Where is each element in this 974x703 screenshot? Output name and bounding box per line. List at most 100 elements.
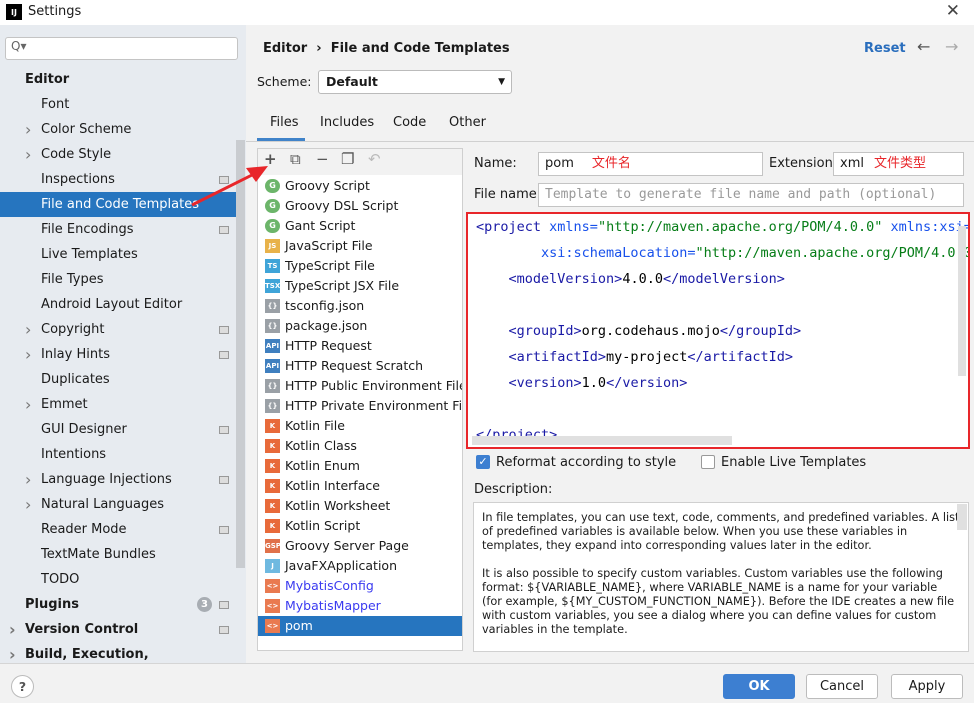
live-templates-checkbox[interactable] bbox=[701, 455, 715, 469]
help-button[interactable]: ? bbox=[11, 675, 34, 698]
chevron-right-icon[interactable]: › bbox=[25, 342, 31, 367]
template-list-item[interactable]: G Gant Script bbox=[258, 216, 462, 236]
template-list-item[interactable]: K Kotlin Worksheet bbox=[258, 496, 462, 516]
template-list-item[interactable]: K Kotlin Enum bbox=[258, 456, 462, 476]
template-list-item[interactable]: JS JavaScript File bbox=[258, 236, 462, 256]
reset-icon[interactable]: ↶ bbox=[368, 150, 381, 168]
file-type-icon: {} bbox=[265, 299, 280, 313]
tab-code[interactable]: Code bbox=[393, 115, 426, 130]
tab-other[interactable]: Other bbox=[449, 115, 486, 130]
sidebar-item-label: Copyright bbox=[41, 322, 105, 337]
reset-link[interactable]: Reset bbox=[864, 41, 906, 56]
template-list-item[interactable]: G Groovy Script bbox=[258, 176, 462, 196]
template-name: MybatisMapper bbox=[285, 598, 381, 613]
sidebar-item-label: Reader Mode bbox=[41, 522, 127, 537]
forward-arrow-icon[interactable]: → bbox=[945, 37, 958, 56]
template-list-item[interactable]: TSX TypeScript JSX File bbox=[258, 276, 462, 296]
remove-icon[interactable]: − bbox=[316, 150, 329, 168]
sidebar-item[interactable]: Live Templates bbox=[0, 242, 236, 267]
template-list-item[interactable]: K Kotlin Class bbox=[258, 436, 462, 456]
reformat-checkbox[interactable]: ✓ bbox=[476, 455, 490, 469]
template-name: JavaScript File bbox=[285, 238, 373, 253]
scheme-dropdown[interactable]: Default ▼ bbox=[318, 70, 512, 94]
template-list-item[interactable]: <> MybatisConfig bbox=[258, 576, 462, 596]
sidebar-item[interactable]: Android Layout Editor bbox=[0, 292, 236, 317]
template-list-item[interactable]: K Kotlin File bbox=[258, 416, 462, 436]
template-name: HTTP Request Scratch bbox=[285, 358, 424, 373]
sidebar-item[interactable]: File Encodings bbox=[0, 217, 236, 242]
add-icon[interactable]: + bbox=[264, 150, 277, 168]
template-list-item[interactable]: {} HTTP Public Environment File bbox=[258, 376, 462, 396]
template-name: Gant Script bbox=[285, 218, 356, 233]
sidebar-item[interactable]: › Emmet bbox=[0, 392, 236, 417]
sidebar-item[interactable]: › Copyright bbox=[0, 317, 236, 342]
template-list-item[interactable]: {} tsconfig.json bbox=[258, 296, 462, 316]
template-name: package.json bbox=[285, 318, 368, 333]
sidebar-item[interactable]: Editor bbox=[0, 67, 236, 92]
description-scrollbar[interactable] bbox=[957, 504, 967, 530]
template-list-item[interactable]: TS TypeScript File bbox=[258, 256, 462, 276]
cancel-button[interactable]: Cancel bbox=[806, 674, 878, 699]
chevron-right-icon[interactable]: › bbox=[25, 317, 31, 342]
sidebar-item[interactable]: › Language Injections bbox=[0, 467, 236, 492]
sidebar-item[interactable]: › Color Scheme bbox=[0, 117, 236, 142]
template-list-item[interactable]: API HTTP Request bbox=[258, 336, 462, 356]
template-list-item[interactable]: API HTTP Request Scratch bbox=[258, 356, 462, 376]
chevron-right-icon[interactable]: › bbox=[25, 117, 31, 142]
chevron-right-icon[interactable]: › bbox=[25, 392, 31, 417]
sidebar-item[interactable]: File and Code Templates bbox=[0, 192, 236, 217]
template-code-editor[interactable]: <project xmlns="http://maven.apache.org/… bbox=[466, 212, 970, 449]
editor-vertical-scrollbar[interactable] bbox=[958, 226, 966, 376]
template-list-item[interactable]: <> pom bbox=[258, 616, 462, 636]
tab-includes[interactable]: Includes bbox=[320, 115, 374, 130]
sidebar-item[interactable]: › Version Control bbox=[0, 617, 236, 642]
name-input[interactable]: pom 文件名 bbox=[538, 152, 763, 176]
sidebar-item[interactable]: › Inlay Hints bbox=[0, 342, 236, 367]
code-line: <artifactId>my-project</artifactId> bbox=[476, 349, 794, 365]
template-list-item[interactable]: <> MybatisMapper bbox=[258, 596, 462, 616]
chevron-right-icon[interactable]: › bbox=[9, 617, 16, 642]
sidebar-item[interactable]: Intentions bbox=[0, 442, 236, 467]
sidebar-item[interactable]: Plugins 3 bbox=[0, 592, 236, 617]
description-label: Description: bbox=[474, 482, 553, 497]
search-input[interactable]: Q▾ bbox=[5, 37, 238, 60]
template-list-item[interactable]: J JavaFXApplication bbox=[258, 556, 462, 576]
tab-files[interactable]: Files bbox=[270, 115, 299, 130]
project-settings-icon bbox=[219, 601, 229, 609]
chevron-right-icon[interactable]: › bbox=[25, 492, 31, 517]
sidebar-item[interactable]: TextMate Bundles bbox=[0, 542, 236, 567]
sidebar-item-label: TODO bbox=[41, 572, 80, 587]
sidebar-item-label: Inspections bbox=[41, 172, 115, 187]
template-list-item[interactable]: G Groovy DSL Script bbox=[258, 196, 462, 216]
apply-button[interactable]: Apply bbox=[891, 674, 963, 699]
template-list-item[interactable]: {} HTTP Private Environment File bbox=[258, 396, 462, 416]
back-arrow-icon[interactable]: ← bbox=[917, 37, 930, 56]
file-name-input[interactable]: Template to generate file name and path … bbox=[538, 183, 964, 207]
file-type-icon: TS bbox=[265, 259, 280, 273]
ok-button[interactable]: OK bbox=[723, 674, 795, 699]
sidebar-item[interactable]: Inspections bbox=[0, 167, 236, 192]
extension-input[interactable]: xml 文件类型 bbox=[833, 152, 964, 176]
sidebar-item[interactable]: Duplicates bbox=[0, 367, 236, 392]
sidebar-item[interactable]: Reader Mode bbox=[0, 517, 236, 542]
sidebar-item[interactable]: Font bbox=[0, 92, 236, 117]
template-list-item[interactable]: GSP Groovy Server Page bbox=[258, 536, 462, 556]
template-list-item[interactable]: K Kotlin Script bbox=[258, 516, 462, 536]
create-child-icon[interactable]: ⧉ bbox=[290, 150, 301, 168]
sidebar-item[interactable]: File Types bbox=[0, 267, 236, 292]
sidebar-item[interactable]: › Code Style bbox=[0, 142, 236, 167]
chevron-right-icon[interactable]: › bbox=[25, 142, 31, 167]
chevron-right-icon[interactable]: › bbox=[25, 467, 31, 492]
template-list-item[interactable]: K Kotlin Interface bbox=[258, 476, 462, 496]
template-list-item[interactable]: {} package.json bbox=[258, 316, 462, 336]
copy-icon[interactable]: ❐ bbox=[341, 150, 354, 168]
reformat-label[interactable]: Reformat according to style bbox=[496, 455, 676, 470]
code-token: my-project bbox=[606, 349, 688, 365]
sidebar-item[interactable]: › Natural Languages bbox=[0, 492, 236, 517]
sidebar-item[interactable]: TODO bbox=[0, 567, 236, 592]
sidebar-scrollbar[interactable] bbox=[236, 140, 245, 568]
close-icon[interactable]: ✕ bbox=[946, 1, 960, 21]
live-templates-label[interactable]: Enable Live Templates bbox=[721, 455, 866, 470]
editor-horizontal-scrollbar[interactable] bbox=[472, 436, 732, 445]
sidebar-item[interactable]: GUI Designer bbox=[0, 417, 236, 442]
